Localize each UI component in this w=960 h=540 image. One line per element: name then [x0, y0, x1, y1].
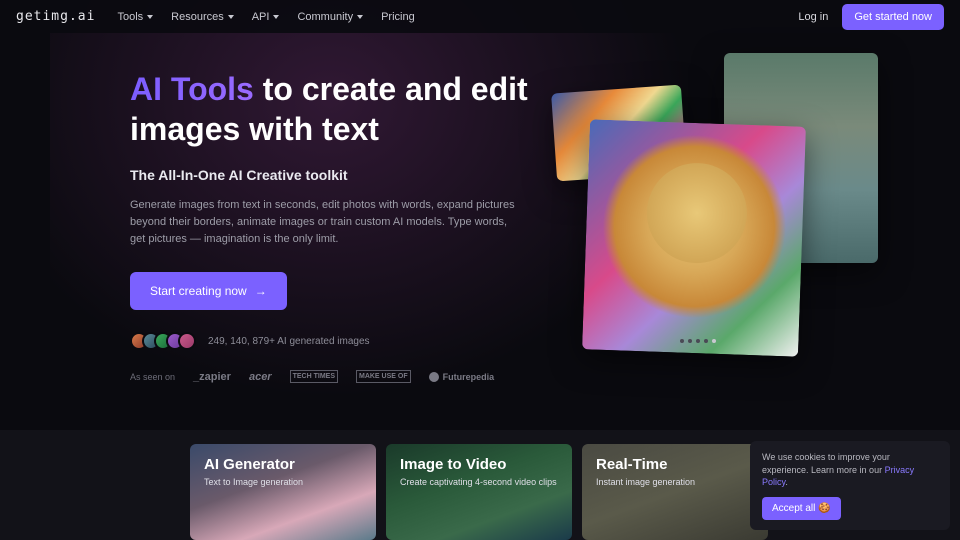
press-acer: acer: [249, 371, 272, 383]
start-creating-button[interactable]: Start creating now →: [130, 272, 287, 310]
press-techtimes: TECH TIMES: [290, 370, 338, 383]
press-row: As seen on _zapier acer TECH TIMES MAKE …: [130, 370, 530, 383]
avatar-stack: [130, 332, 196, 350]
get-started-button[interactable]: Get started now: [842, 4, 944, 30]
main-nav: Tools Resources API Community Pricing: [117, 11, 414, 23]
feature-ai-generator[interactable]: AI Generator Text to Image generation: [190, 444, 376, 540]
arrow-right-icon: →: [255, 284, 267, 298]
social-proof: 249, 140, 879+ AI generated images: [130, 332, 530, 350]
dot-active[interactable]: [712, 339, 716, 343]
nav-label: Community: [297, 11, 353, 23]
start-button-label: Start creating now: [150, 284, 247, 298]
cookie-text: We use cookies to improve your experienc…: [762, 452, 890, 475]
hero-title: AI Tools to create and edit images with …: [130, 69, 530, 149]
feature-subtitle: Instant image generation: [596, 477, 754, 487]
feature-image-to-video[interactable]: Image to Video Create captivating 4-seco…: [386, 444, 572, 540]
chevron-down-icon: [273, 15, 279, 19]
nav-api[interactable]: API: [252, 11, 280, 23]
nav-label: Pricing: [381, 11, 415, 23]
press-zapier: _zapier: [193, 371, 231, 383]
nav-pricing[interactable]: Pricing: [381, 11, 415, 23]
carousel-dots[interactable]: [680, 339, 716, 343]
feature-real-time[interactable]: Real-Time Instant image generation: [582, 444, 768, 540]
avatar: [178, 332, 196, 350]
social-proof-text: 249, 140, 879+ AI generated images: [208, 336, 370, 347]
hero-description: Generate images from text in seconds, ed…: [130, 197, 525, 248]
feature-subtitle: Create captivating 4-second video clips: [400, 477, 558, 487]
feature-title: Image to Video: [400, 456, 558, 473]
chevron-down-icon: [147, 15, 153, 19]
feature-subtitle: Text to Image generation: [204, 477, 362, 487]
nav-label: Resources: [171, 11, 224, 23]
header: getimg.ai Tools Resources API Community …: [0, 0, 960, 33]
dot[interactable]: [688, 339, 692, 343]
hero-subtitle: The All-In-One AI Creative toolkit: [130, 167, 530, 183]
brand-logo[interactable]: getimg.ai: [16, 9, 95, 24]
nav-label: API: [252, 11, 270, 23]
cookie-banner: We use cookies to improve your experienc…: [750, 441, 950, 530]
hero-gallery: [540, 53, 960, 373]
chevron-down-icon: [228, 15, 234, 19]
press-futurepedia: Futurepedia: [429, 372, 495, 382]
feature-title: Real-Time: [596, 456, 754, 473]
feature-title: AI Generator: [204, 456, 362, 473]
chevron-down-icon: [357, 15, 363, 19]
login-link[interactable]: Log in: [798, 11, 828, 23]
nav-community[interactable]: Community: [297, 11, 363, 23]
press-makeuseof: MAKE USE OF: [356, 370, 411, 383]
nav-resources[interactable]: Resources: [171, 11, 234, 23]
accept-cookies-button[interactable]: Accept all 🍪: [762, 497, 841, 520]
hero: AI Tools to create and edit images with …: [0, 33, 960, 383]
globe-icon: [429, 372, 439, 382]
sample-image-main: [582, 119, 806, 356]
nav-tools[interactable]: Tools: [117, 11, 153, 23]
dot[interactable]: [696, 339, 700, 343]
dot[interactable]: [680, 339, 684, 343]
dot[interactable]: [704, 339, 708, 343]
nav-label: Tools: [117, 11, 143, 23]
hero-title-accent: AI Tools: [130, 71, 254, 107]
cookie-text-end: .: [785, 477, 788, 487]
as-seen-label: As seen on: [130, 372, 175, 382]
